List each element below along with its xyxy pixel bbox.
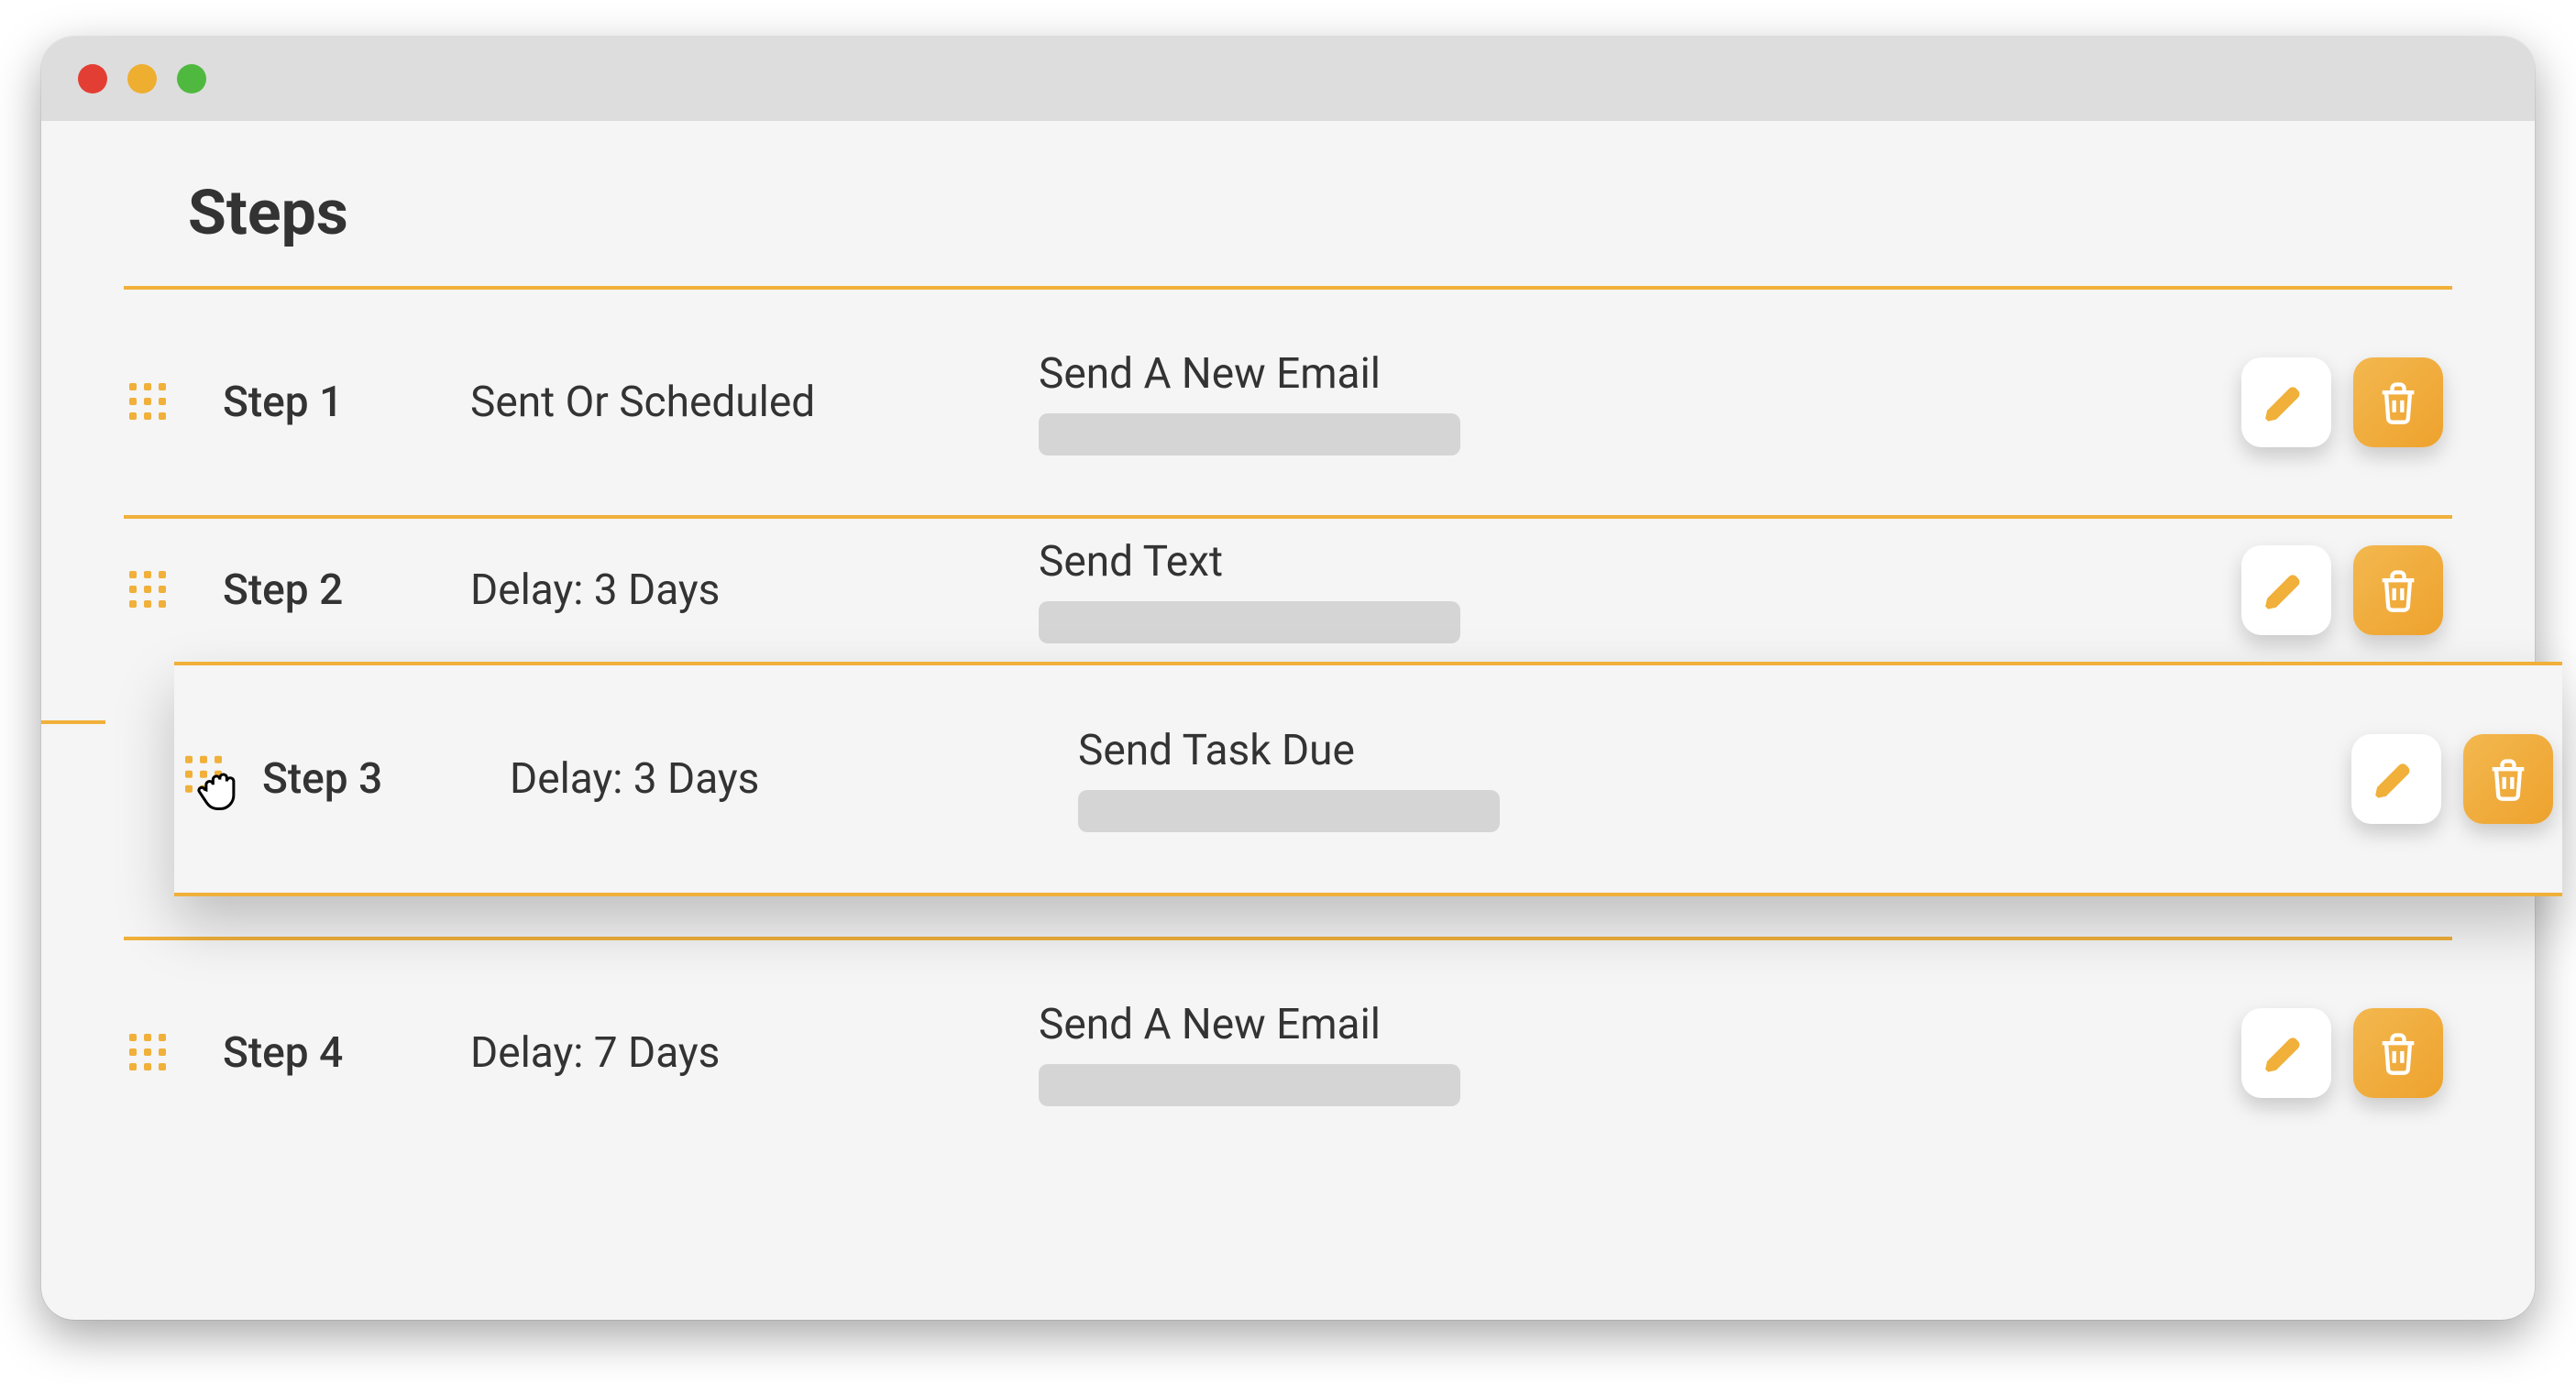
delete-step-button[interactable] [2463, 734, 2553, 824]
step-name-label: Step 1 [223, 378, 470, 427]
step-name-label: Step 4 [223, 1028, 470, 1078]
pencil-icon [2372, 755, 2420, 803]
step-action-cell: Send A New Email [1039, 1000, 2241, 1106]
step-row: Step 1 Sent Or Scheduled Send A New Emai… [124, 286, 2452, 515]
edit-step-button[interactable] [2241, 1008, 2331, 1098]
step-row: Step 4 Delay: 7 Days Send A New Email [124, 937, 2452, 1166]
delete-step-button[interactable] [2353, 545, 2443, 635]
step-actions [2241, 357, 2452, 447]
edit-step-button[interactable] [2241, 357, 2331, 447]
step-row-dragging[interactable]: Step 3 Delay: 3 Days Send Task Due [174, 662, 2562, 896]
delete-step-button[interactable] [2353, 1008, 2443, 1098]
step-delay-label: Sent Or Scheduled [470, 378, 1039, 427]
trash-icon [2374, 1029, 2422, 1077]
step-action-label: Send Task Due [1078, 726, 2351, 775]
step-action-placeholder [1039, 601, 1460, 643]
step-name-label: Step 3 [262, 754, 510, 804]
pencil-icon [2262, 566, 2310, 614]
step-delay-label: Delay: 3 Days [470, 565, 1039, 615]
edit-step-button[interactable] [2241, 545, 2331, 635]
delete-step-button[interactable] [2353, 357, 2443, 447]
step-row: Step 2 Delay: 3 Days Send Text [124, 515, 2452, 662]
window-titlebar [41, 37, 2535, 121]
drag-handle-icon[interactable] [129, 383, 168, 422]
step-action-placeholder [1039, 1064, 1460, 1106]
edit-step-button[interactable] [2351, 734, 2441, 824]
step-actions [2241, 1008, 2452, 1098]
pencil-icon [2262, 1029, 2310, 1077]
step-action-placeholder [1039, 413, 1460, 456]
step-delay-label: Delay: 3 Days [510, 754, 1078, 804]
trash-icon [2374, 379, 2422, 426]
step-action-cell: Send A New Email [1039, 349, 2241, 456]
drop-slot: Step 3 Delay: 3 Days Send Task Due [124, 662, 2452, 799]
grab-cursor-icon [191, 761, 246, 816]
trash-icon [2484, 755, 2532, 803]
window-zoom-button[interactable] [177, 64, 206, 93]
step-action-placeholder [1078, 790, 1500, 832]
window-minimize-button[interactable] [127, 64, 157, 93]
pencil-icon [2262, 379, 2310, 426]
step-action-label: Send A New Email [1039, 1000, 2241, 1049]
window-close-button[interactable] [78, 64, 107, 93]
step-action-label: Send A New Email [1039, 349, 2241, 399]
drag-handle-icon[interactable] [129, 571, 168, 609]
step-action-cell: Send Task Due [1078, 726, 2351, 832]
step-actions [2241, 545, 2452, 635]
step-actions [2351, 734, 2562, 824]
page-title: Steps [124, 167, 2452, 286]
content-area: Steps Step 1 Sent Or Scheduled Send A Ne… [41, 121, 2535, 1221]
step-action-label: Send Text [1039, 537, 2241, 587]
step-delay-label: Delay: 7 Days [470, 1028, 1039, 1078]
step-list: Step 1 Sent Or Scheduled Send A New Emai… [124, 286, 2452, 1166]
drag-handle-icon[interactable] [129, 1034, 168, 1072]
step-name-label: Step 2 [223, 565, 470, 615]
app-window: Steps Step 1 Sent Or Scheduled Send A Ne… [41, 37, 2535, 1320]
row-divider-stub [41, 720, 105, 724]
step-action-cell: Send Text [1039, 537, 2241, 643]
trash-icon [2374, 566, 2422, 614]
